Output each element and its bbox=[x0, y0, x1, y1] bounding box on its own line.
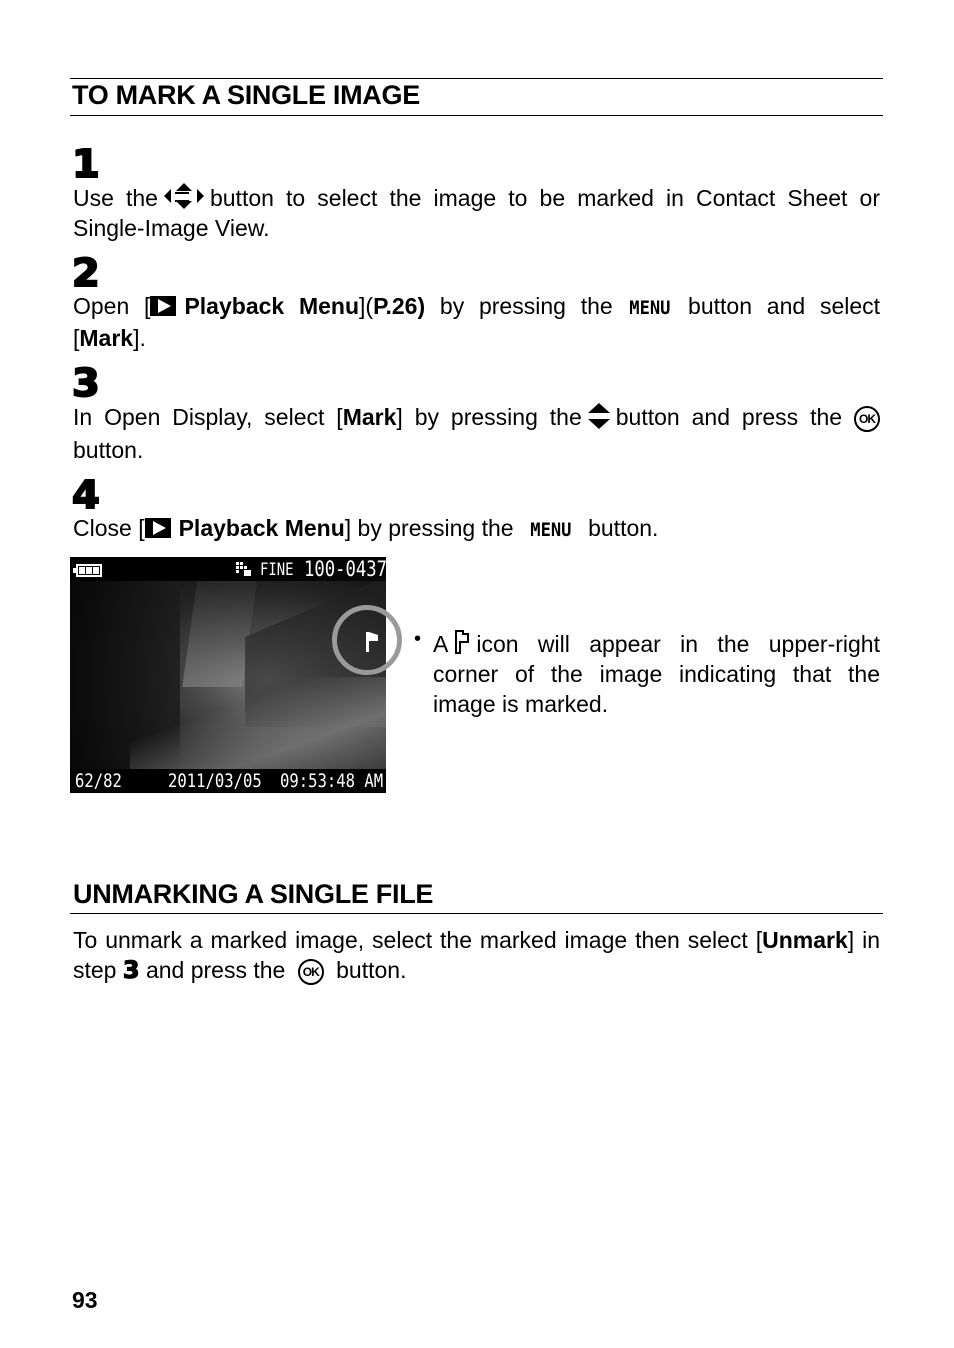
step-3-text-c: button and press the bbox=[615, 404, 843, 430]
mark-note-text: Aicon will appear in the upper-right cor… bbox=[433, 629, 880, 719]
section-heading-mark: TO MARK A SINGLE IMAGE bbox=[72, 80, 420, 110]
mark-item-label: Mark bbox=[79, 325, 134, 351]
section-heading-unmark: UNMARKING A SINGLE FILE bbox=[73, 879, 434, 909]
unmark-item-label: Unmark bbox=[762, 927, 848, 953]
time-label: 09:53:48 AM bbox=[280, 770, 384, 792]
up-down-arrow-icon bbox=[587, 403, 610, 429]
step-4-text-c: button. bbox=[588, 515, 659, 541]
heading-bottom-rule bbox=[70, 115, 883, 116]
page-reference-link[interactable]: P.26) bbox=[373, 293, 425, 319]
step-1-text-a: Use the bbox=[73, 185, 158, 211]
mark-icon-highlight-circle bbox=[332, 605, 402, 675]
step-2-text: Open [ Playback Menu](P.26) by pressing t… bbox=[73, 291, 880, 353]
note-text-a: A bbox=[433, 631, 449, 657]
step-2-text-c: by pressing the bbox=[425, 293, 613, 319]
note-bullet: • bbox=[414, 628, 422, 650]
step-number-3: 3 bbox=[71, 361, 101, 405]
playback-menu-label: Playback Menu bbox=[184, 293, 360, 319]
step-3-text-d: button. bbox=[73, 437, 144, 463]
step-2-text-e: ]. bbox=[133, 325, 146, 351]
unmark-text-a: To unmark a marked image, select the mar… bbox=[73, 927, 763, 953]
playback-icon bbox=[144, 518, 171, 538]
step-2-text-a: Open [ bbox=[73, 293, 151, 319]
heading-top-rule bbox=[70, 78, 883, 79]
camera-playback-screen: FINE 100-0437 62/82 2011/03/05 09:53:48 … bbox=[70, 557, 386, 793]
menu-button-icon: MENU bbox=[530, 519, 572, 541]
four-way-arrow-icon bbox=[163, 183, 204, 209]
note-text-b: icon will appear in the upper-right corn… bbox=[433, 631, 880, 717]
playback-icon bbox=[150, 296, 177, 316]
ok-button-icon: OK bbox=[854, 406, 880, 432]
unmark-text-d: button. bbox=[336, 957, 407, 983]
step-2-text-b: ]( bbox=[359, 293, 374, 319]
playback-menu-label: Playback Menu bbox=[178, 515, 345, 541]
step-3-text-a: In Open Display, select [ bbox=[73, 404, 343, 430]
step-4-text: Close [ Playback Menu] by pressing the ME… bbox=[73, 513, 880, 545]
step-1-text: Use the button to select the image to be … bbox=[73, 183, 880, 243]
menu-button-icon: MENU bbox=[629, 297, 671, 319]
file-number-label: 100-0437 bbox=[304, 557, 386, 581]
step-3-text: In Open Display, select [Mark] by pressi… bbox=[73, 401, 880, 467]
battery-icon bbox=[73, 564, 102, 577]
ok-button-icon: OK bbox=[297, 959, 324, 985]
image-size-icon bbox=[236, 562, 251, 576]
step-3-reference: 3 bbox=[122, 955, 140, 984]
step-number-4: 4 bbox=[71, 473, 101, 517]
mark-item-label: Mark bbox=[342, 404, 397, 430]
unmark-text-c: and press the bbox=[145, 957, 286, 983]
step-number-2: 2 bbox=[71, 251, 101, 295]
step-number-1: 1 bbox=[71, 142, 101, 186]
date-label: 2011/03/05 bbox=[168, 770, 262, 792]
step-4-text-a: Close [ bbox=[73, 515, 145, 541]
step-4-text-b: ] by pressing the bbox=[344, 515, 514, 541]
page-number: 93 bbox=[72, 1287, 98, 1313]
unmark-text: To unmark a marked image, select the mar… bbox=[73, 925, 880, 985]
step-3-text-b: ] by pressing the bbox=[396, 404, 582, 430]
heading-bottom-rule bbox=[70, 913, 883, 914]
quality-label: FINE bbox=[260, 560, 294, 580]
flag-icon bbox=[454, 630, 470, 654]
frame-counter-label: 62/82 bbox=[75, 770, 122, 792]
